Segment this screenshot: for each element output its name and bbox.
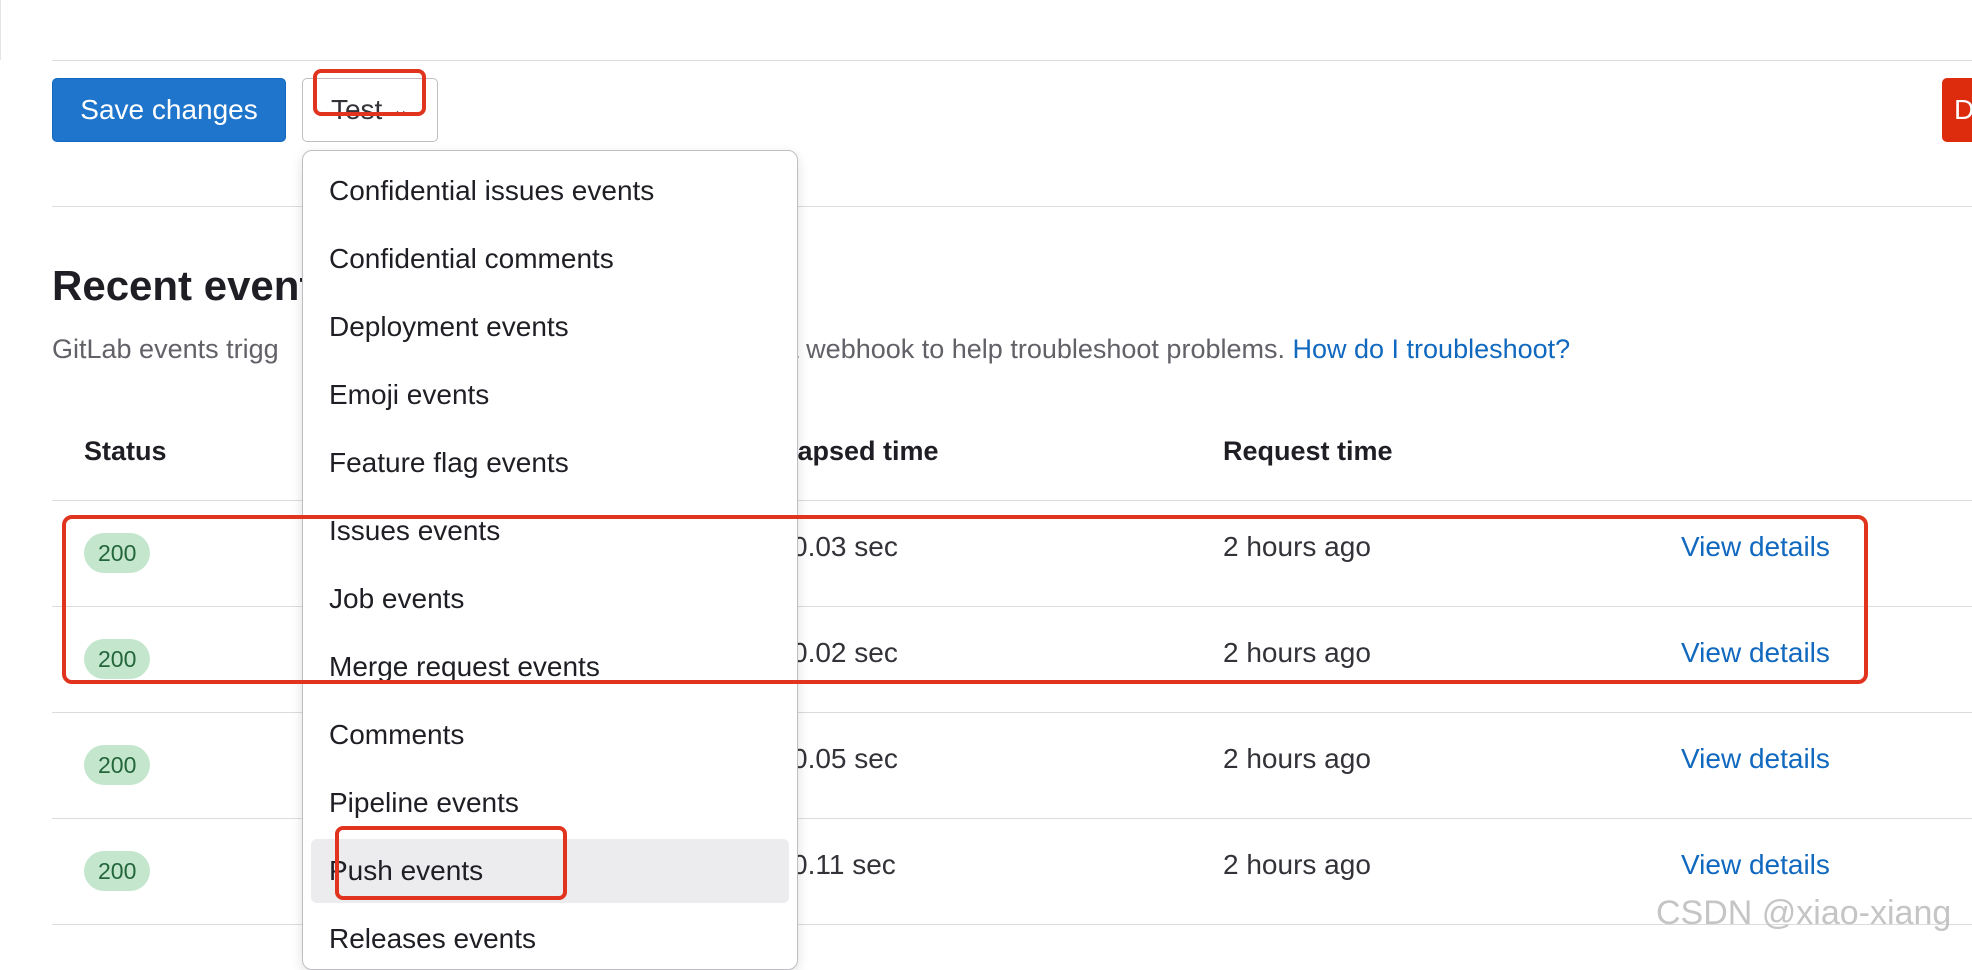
recent-events-heading: Recent events bbox=[52, 262, 337, 309]
menu-item-comments[interactable]: Comments bbox=[311, 703, 789, 767]
request-time-cell: 2 hours ago bbox=[1223, 743, 1371, 774]
save-changes-button[interactable]: Save changes bbox=[52, 78, 286, 142]
menu-item-confidential-comments[interactable]: Confidential comments bbox=[311, 227, 789, 291]
page-edge bbox=[0, 0, 1, 60]
view-details-link[interactable]: View details bbox=[1681, 849, 1830, 881]
request-column-header: Request time bbox=[1223, 436, 1393, 466]
menu-item-emoji-events[interactable]: Emoji events bbox=[311, 363, 789, 427]
request-time-cell: 2 hours ago bbox=[1223, 531, 1371, 562]
watermark-text: CSDN @xiao-xiang bbox=[1656, 894, 1952, 932]
menu-item-merge-request-events[interactable]: Merge request events bbox=[311, 635, 789, 699]
status-badge: 200 bbox=[84, 533, 151, 573]
request-time-cell: 2 hours ago bbox=[1223, 637, 1371, 668]
elapsed-time-cell: 0.11 sec bbox=[792, 849, 896, 880]
status-column-header: Status bbox=[84, 436, 167, 466]
request-time-cell: 2 hours ago bbox=[1223, 849, 1371, 880]
menu-item-push-events[interactable]: Push events bbox=[311, 839, 789, 903]
status-badge: 200 bbox=[84, 639, 151, 679]
top-divider bbox=[52, 60, 1972, 61]
menu-item-deployment-events[interactable]: Deployment events bbox=[311, 295, 789, 359]
menu-item-issues-events[interactable]: Issues events bbox=[311, 499, 789, 563]
view-details-link[interactable]: View details bbox=[1681, 531, 1830, 563]
troubleshoot-link[interactable]: How do I troubleshoot? bbox=[1293, 334, 1571, 364]
chevron-down-icon: ⌄ bbox=[392, 99, 410, 121]
view-details-link[interactable]: View details bbox=[1681, 743, 1830, 775]
view-details-link[interactable]: View details bbox=[1681, 637, 1830, 669]
elapsed-time-cell: 0.03 sec bbox=[792, 531, 898, 562]
recent-events-description: GitLab events trigg of a webhook to help … bbox=[52, 334, 1570, 365]
test-dropdown-button[interactable]: Test ⌄ bbox=[302, 78, 438, 142]
description-end: of a webhook to help troubleshoot proble… bbox=[753, 334, 1285, 364]
test-button-label: Test bbox=[330, 94, 383, 125]
test-event-dropdown-menu: Confidential issues events Confidential … bbox=[302, 150, 798, 970]
menu-item-job-events[interactable]: Job events bbox=[311, 567, 789, 631]
menu-item-pipeline-events[interactable]: Pipeline events bbox=[311, 771, 789, 835]
menu-item-confidential-issues-events[interactable]: Confidential issues events bbox=[311, 159, 789, 223]
elapsed-time-cell: 0.05 sec bbox=[792, 743, 898, 774]
description-start: GitLab events trigg bbox=[52, 334, 279, 364]
status-badge: 200 bbox=[84, 851, 151, 891]
elapsed-time-cell: 0.02 sec bbox=[792, 637, 898, 668]
menu-item-feature-flag-events[interactable]: Feature flag events bbox=[311, 431, 789, 495]
status-badge: 200 bbox=[84, 745, 151, 785]
menu-item-releases-events[interactable]: Releases events bbox=[311, 907, 789, 969]
delete-webhook-button[interactable]: D bbox=[1942, 78, 1972, 142]
